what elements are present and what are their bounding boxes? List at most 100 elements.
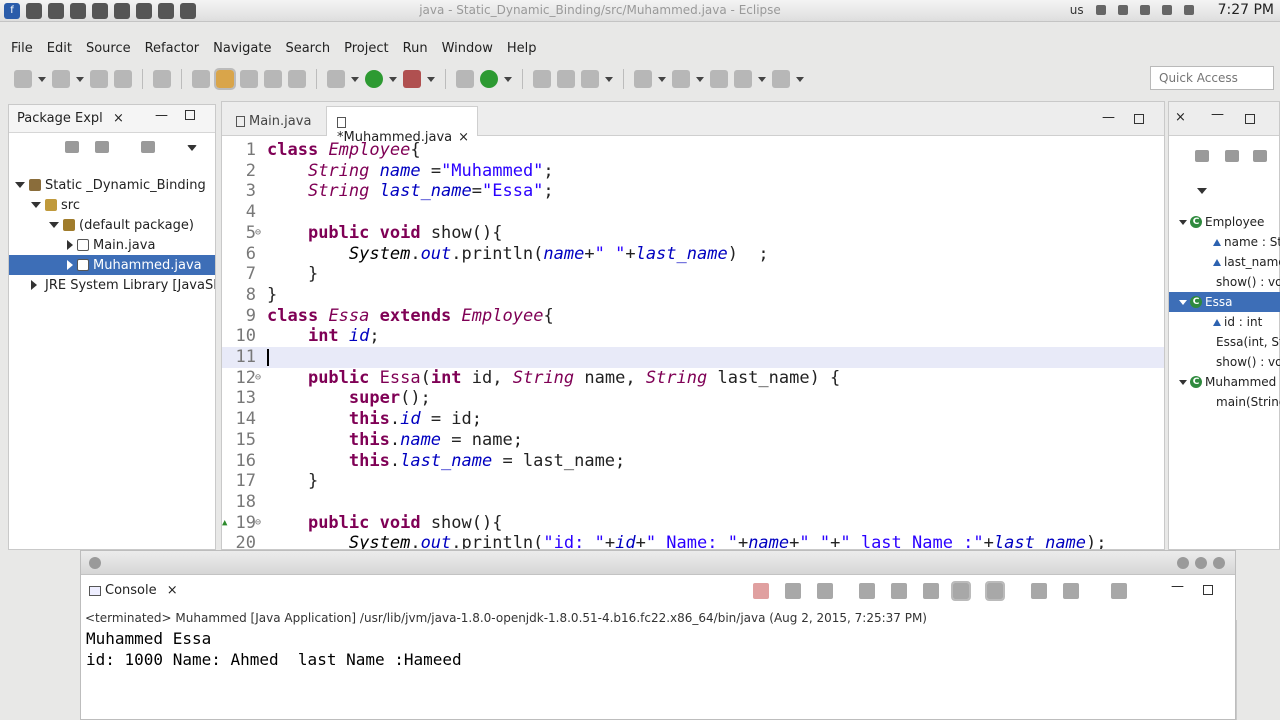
new-class-dropdown-icon[interactable] [504,76,512,82]
show-on-error-icon[interactable] [923,583,939,599]
sort-icon[interactable] [1195,150,1209,162]
next-annotation-dropdown-icon[interactable] [658,76,666,82]
code-line[interactable]: 3 String last_name="Essa"; [222,181,1164,202]
code-line[interactable]: 1 class Employee{ [222,140,1164,161]
current-code-line[interactable]: 11 [222,347,1164,368]
external-tools-dropdown-icon[interactable] [427,76,435,82]
package-explorer-tab[interactable]: Package Expl [17,111,103,126]
mark-occurrences-icon[interactable] [214,68,236,90]
menu-window[interactable]: Window [435,39,500,61]
menu-help[interactable]: Help [500,39,544,61]
menu-source[interactable]: Source [79,39,138,61]
tree-item-muhammed-java[interactable]: Muhammed.java [9,255,215,275]
search-icon[interactable] [581,70,599,88]
save-all-icon[interactable] [114,70,132,88]
pin-console-icon[interactable] [985,581,1005,601]
view-menu-icon[interactable] [187,145,197,151]
debug-dropdown-icon[interactable] [351,76,359,82]
outline-item-field[interactable]: last_name : String [1169,252,1280,272]
outline-item-method[interactable]: show() : void [1169,352,1280,372]
minimize-icon[interactable]: — [155,108,168,123]
show-whitespace-icon[interactable] [264,70,282,88]
tree-item-project[interactable]: Static _Dynamic_Binding [15,175,215,195]
open-console-icon[interactable] [1031,583,1047,599]
code-line[interactable]: 10 int id; [222,326,1164,347]
volume-icon[interactable] [1139,5,1150,15]
new-java-project-icon[interactable] [456,70,474,88]
menu-search[interactable]: Search [278,39,337,61]
code-line[interactable]: 4 [222,202,1164,223]
forward-dropdown-icon[interactable] [796,76,804,82]
open-task-icon[interactable] [557,70,575,88]
maximize-icon[interactable] [185,110,195,120]
code-line[interactable]: 12 ⊖ public Essa(int id, String name, Str… [222,368,1164,389]
code-line[interactable]: 5 ⊖ public void show(){ [222,223,1164,244]
maximize-window-icon[interactable] [1195,557,1207,569]
tree-item-jre-library[interactable]: JRE System Library [JavaSE-1.8] [31,275,215,295]
bluetooth-icon[interactable] [1117,5,1128,15]
code-line[interactable]: 7 } [222,264,1164,285]
close-window-icon[interactable] [1213,557,1225,569]
new-icon[interactable] [14,70,32,88]
power-icon[interactable] [1183,5,1194,15]
console-tab[interactable]: Console × [89,583,178,598]
console-titlebar[interactable] [81,551,1235,575]
outline-item-method[interactable]: show() : void [1169,272,1280,292]
last-edit-location-icon[interactable] [710,70,728,88]
next-annotation-icon[interactable] [634,70,652,88]
open-folder-icon[interactable] [533,70,551,88]
minimize-window-icon[interactable] [1177,557,1189,569]
network-icon[interactable] [1095,5,1106,15]
code-line[interactable]: 20 System.out.println("id: "+id+" Name: … [222,533,1164,549]
open-icon[interactable] [52,70,70,88]
previous-annotation-icon[interactable] [672,70,690,88]
code-line[interactable]: 13 super(); [222,388,1164,409]
outline-item-muhammed[interactable]: C Muhammed [1169,372,1280,392]
hide-fields-icon[interactable] [1225,150,1239,162]
new-dropdown-icon[interactable] [38,76,46,82]
view-menu-icon[interactable] [1197,188,1207,194]
show-source-icon[interactable] [288,70,306,88]
battery-icon[interactable] [1161,5,1172,15]
code-line[interactable]: 8} [222,285,1164,306]
close-icon[interactable]: × [167,583,178,598]
menu-navigate[interactable]: Navigate [206,39,278,61]
expand-icon[interactable] [31,280,37,290]
remove-launch-icon[interactable] [785,583,801,599]
outline-item-essa[interactable]: C Essa [1169,292,1280,312]
menu-refactor[interactable]: Refactor [138,39,207,61]
expand-icon[interactable] [67,260,73,270]
run-dropdown-icon[interactable] [389,76,397,82]
external-tools-icon[interactable] [403,70,421,88]
expand-icon[interactable] [67,240,73,250]
expand-icon[interactable] [49,222,59,228]
skip-breakpoints-icon[interactable] [153,70,171,88]
keyboard-layout[interactable]: us [1070,3,1084,17]
window-menu-icon[interactable] [89,557,101,569]
open-type-icon[interactable] [192,70,210,88]
back-dropdown-icon[interactable] [758,76,766,82]
outline-item-constructor[interactable]: Essa(int, String, String) [1169,332,1280,352]
forward-icon[interactable] [772,70,790,88]
run-icon[interactable] [365,70,383,88]
close-icon[interactable]: × [113,111,124,126]
tree-item-src[interactable]: src [31,195,215,215]
close-icon[interactable]: × [1175,110,1186,125]
code-line[interactable]: 17 } [222,471,1164,492]
remove-all-terminated-icon[interactable] [817,583,833,599]
maximize-icon[interactable] [1134,114,1144,124]
code-line[interactable]: 2 String name ="Muhammed"; [222,161,1164,182]
code-line[interactable]: 15 this.name = name; [222,430,1164,451]
tree-item-main-java[interactable]: Main.java [67,235,215,255]
terminate-icon[interactable] [753,583,769,599]
toggle-block-selection-icon[interactable] [240,70,258,88]
menu-edit[interactable]: Edit [40,39,79,61]
maximize-icon[interactable] [1203,585,1213,595]
outline-item-method[interactable]: main(String[]) : void [1169,392,1280,412]
expand-icon[interactable] [1179,299,1187,305]
code-line[interactable]: 18 [222,492,1164,513]
display-console-icon[interactable] [1063,583,1079,599]
code-line[interactable]: 9 class Essa extends Employee{ [222,306,1164,327]
tab-muhammed-java[interactable]: *Muhammed.java × [326,106,478,145]
minimize-icon[interactable]: — [1102,110,1115,125]
